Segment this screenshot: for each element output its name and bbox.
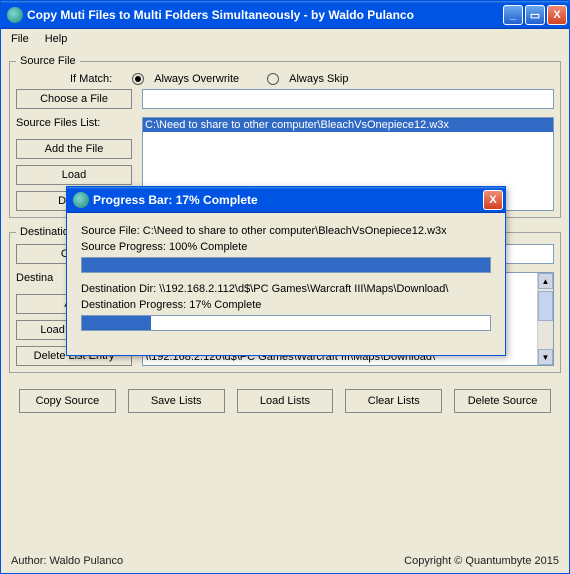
radio-overwrite[interactable] bbox=[132, 73, 144, 85]
progress-close-button[interactable]: X bbox=[483, 190, 503, 210]
source-progress-fill bbox=[82, 258, 490, 272]
copy-source-button[interactable]: Copy Source bbox=[19, 389, 116, 413]
dest-progress-bar bbox=[81, 315, 491, 331]
app-icon bbox=[7, 7, 23, 23]
scroll-up-icon[interactable]: ▲ bbox=[538, 273, 553, 289]
progress-icon bbox=[73, 192, 89, 208]
load-lists-button[interactable]: Load Lists bbox=[237, 389, 334, 413]
source-file-item[interactable]: C:\Need to share to other computer\Bleac… bbox=[143, 118, 553, 132]
progress-dialog: Progress Bar: 17% Complete X Source File… bbox=[66, 186, 506, 356]
progress-dest-status: Destination Progress: 17% Complete bbox=[81, 299, 491, 311]
add-file-button[interactable]: Add the File bbox=[16, 139, 132, 159]
radio-skip[interactable] bbox=[267, 73, 279, 85]
source-list-label: Source Files List: bbox=[16, 117, 132, 133]
close-button[interactable]: X bbox=[547, 5, 567, 25]
clear-lists-button[interactable]: Clear Lists bbox=[345, 389, 442, 413]
menubar: File Help bbox=[1, 29, 569, 49]
maximize-button[interactable]: ▭ bbox=[525, 5, 545, 25]
source-legend: Source File bbox=[16, 55, 80, 67]
radio-skip-label: Always Skip bbox=[289, 73, 348, 85]
titlebar[interactable]: Copy Muti Files to Multi Folders Simulta… bbox=[1, 1, 569, 29]
load-source-button[interactable]: Load bbox=[16, 165, 132, 185]
minimize-button[interactable]: _ bbox=[503, 5, 523, 25]
copyright-label: Copyright © Quantumbyte 2015 bbox=[404, 555, 559, 567]
window-title: Copy Muti Files to Multi Folders Simulta… bbox=[27, 8, 503, 22]
progress-title: Progress Bar: 17% Complete bbox=[93, 193, 483, 207]
choose-file-button[interactable]: Choose a File bbox=[16, 89, 132, 109]
source-progress-bar bbox=[81, 257, 491, 273]
progress-dest-dir: Destination Dir: \\192.168.2.112\d$\PC G… bbox=[81, 283, 491, 295]
radio-overwrite-label: Always Overwrite bbox=[154, 73, 239, 85]
menu-file[interactable]: File bbox=[5, 31, 35, 47]
chosen-file-field[interactable] bbox=[142, 89, 554, 109]
scroll-thumb[interactable] bbox=[538, 291, 553, 321]
author-label: Author: Waldo Pulanco bbox=[11, 555, 123, 567]
save-lists-button[interactable]: Save Lists bbox=[128, 389, 225, 413]
menu-help[interactable]: Help bbox=[39, 31, 74, 47]
scroll-down-icon[interactable]: ▼ bbox=[538, 349, 553, 365]
bottom-toolbar: Copy Source Save Lists Load Lists Clear … bbox=[9, 381, 561, 421]
ifmatch-label: If Match: bbox=[70, 73, 112, 85]
dest-scrollbar[interactable]: ▲ ▼ bbox=[537, 273, 553, 365]
dest-progress-fill bbox=[82, 316, 151, 330]
footer: Author: Waldo Pulanco Copyright © Quantu… bbox=[1, 553, 569, 573]
progress-source-status: Source Progress: 100% Complete bbox=[81, 241, 491, 253]
delete-source-button[interactable]: Delete Source bbox=[454, 389, 551, 413]
progress-source-file: Source File: C:\Need to share to other c… bbox=[81, 225, 491, 237]
